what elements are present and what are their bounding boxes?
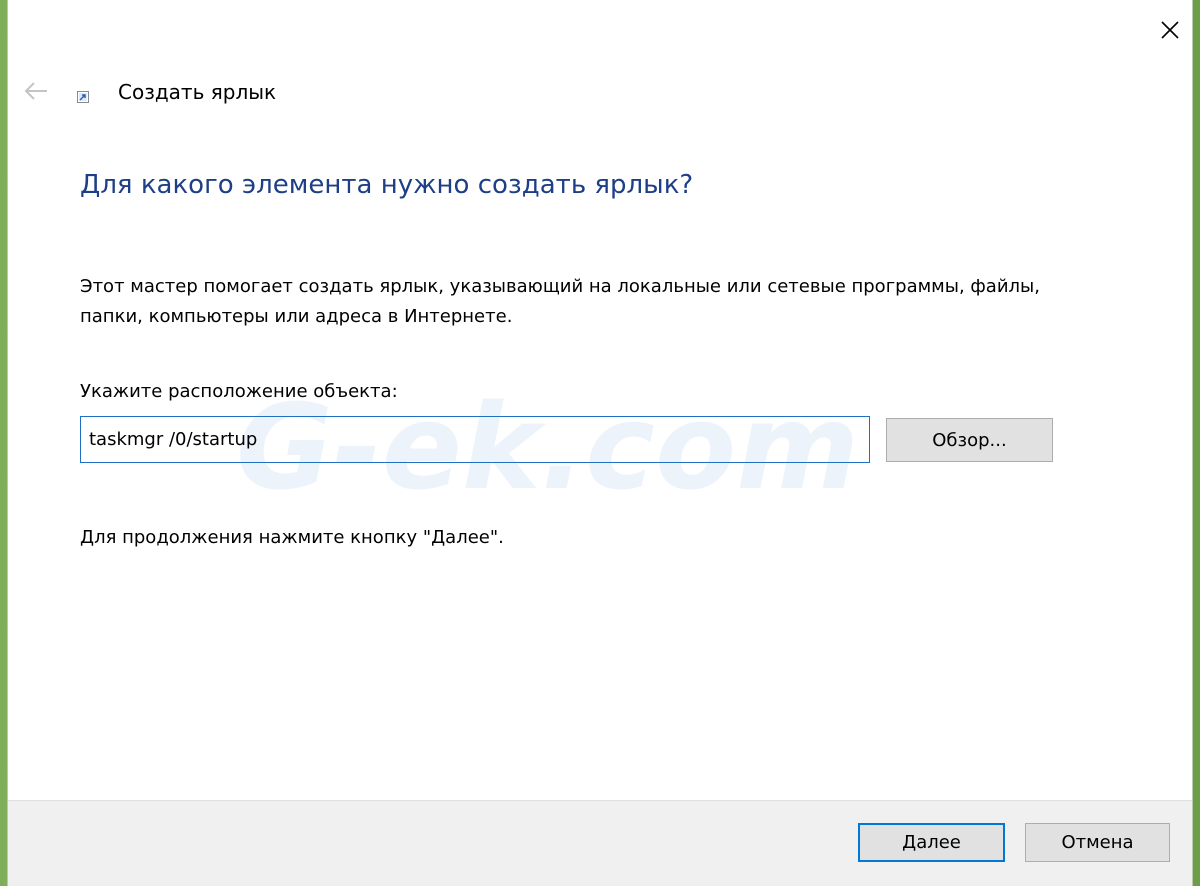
close-button[interactable] [1148, 10, 1192, 50]
wizard-heading: Для какого элемента нужно создать ярлык? [80, 170, 694, 200]
back-button[interactable] [18, 75, 54, 107]
window-title: Создать ярлык [118, 80, 277, 104]
location-input[interactable] [80, 416, 870, 463]
browse-button[interactable]: Обзор... [886, 418, 1053, 462]
location-label: Укажите расположение объекта: [80, 381, 398, 402]
next-button[interactable]: Далее [858, 823, 1005, 862]
footer-bar: Далее Отмена [8, 800, 1192, 886]
cancel-button[interactable]: Отмена [1025, 823, 1170, 862]
shortcut-icon [77, 91, 89, 103]
create-shortcut-window: Создать ярлык Для какого элемента нужно … [8, 0, 1192, 886]
wizard-description: Этот мастер помогает создать ярлык, указ… [80, 276, 1040, 327]
continue-hint: Для продолжения нажмите кнопку "Далее". [80, 527, 504, 548]
back-arrow-icon [24, 82, 47, 100]
close-icon [1161, 21, 1179, 39]
